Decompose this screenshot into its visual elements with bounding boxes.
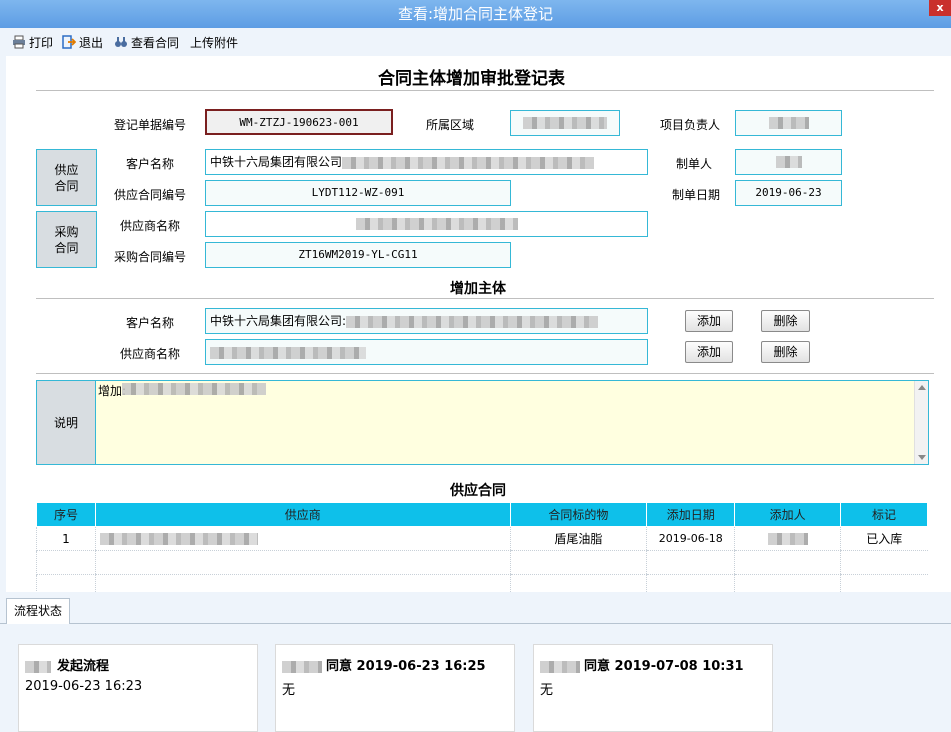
col-header[interactable]: 序号: [36, 502, 96, 527]
add-customer-label: 客户名称: [126, 316, 175, 330]
toolbar: 打印 退出 查看合同 上传附件: [0, 28, 951, 56]
table-row[interactable]: 1 盾尾油脂 2019-06-18 已入库: [36, 526, 928, 551]
purchase-no-field[interactable]: ZT16WM2019-YL-CG11: [205, 242, 511, 268]
divider: [36, 298, 934, 299]
date-field[interactable]: 2019-06-23: [735, 180, 842, 206]
region-field[interactable]: [510, 110, 620, 136]
delete-supplier-button[interactable]: 删除: [761, 341, 810, 363]
form-frame: 合同主体增加审批登记表 登记单据编号 WM-ZTZJ-190623-001 所属…: [0, 56, 951, 599]
redacted-text: [210, 346, 366, 359]
supply-no-field[interactable]: LYDT112-WZ-091: [205, 180, 511, 206]
supplier-label: 供应商名称: [120, 219, 181, 233]
redacted-text: [346, 315, 599, 328]
supply-no-label: 供应合同编号: [114, 188, 187, 202]
scroll-down-icon[interactable]: [918, 455, 926, 460]
redacted-text: [99, 533, 258, 545]
close-button[interactable]: x: [929, 0, 951, 16]
add-customer-field[interactable]: 中铁十六局集团有限公司:: [205, 308, 648, 334]
supply-contract-side-label: 供应 合同: [36, 149, 97, 206]
binoculars-icon: [115, 37, 127, 47]
add-supplier-button[interactable]: 添加: [685, 341, 733, 363]
add-supplier-label: 供应商名称: [120, 347, 181, 361]
add-supplier-field[interactable]: [205, 339, 648, 365]
pm-field[interactable]: [735, 110, 842, 136]
customer-label: 客户名称: [126, 157, 175, 171]
col-header[interactable]: 添加人: [734, 502, 842, 527]
maker-field[interactable]: [735, 149, 842, 175]
redacted-text: [355, 218, 518, 230]
tab-underline: [0, 623, 951, 624]
region-label: 所属区域: [426, 118, 475, 132]
upload-attachment-button[interactable]: 上传附件: [190, 34, 238, 50]
purchase-contract-side-label: 采购 合同: [36, 211, 97, 268]
col-header[interactable]: 合同标的物: [509, 502, 648, 527]
redacted-text: [25, 660, 51, 673]
print-button[interactable]: 打印: [12, 34, 53, 50]
window-title: 查看:增加合同主体登记: [397, 5, 554, 23]
delete-customer-button[interactable]: 删除: [761, 310, 810, 332]
page-title: 合同主体增加审批登记表: [378, 69, 565, 89]
exit-button[interactable]: 退出: [62, 34, 103, 50]
redacted-text: [768, 117, 809, 129]
add-subject-title: 增加主体: [450, 281, 506, 297]
supplier-field[interactable]: [205, 211, 648, 237]
redacted-text: [282, 660, 322, 673]
window-titlebar: 查看:增加合同主体登记 x: [0, 0, 951, 28]
col-header[interactable]: 供应商: [94, 502, 511, 527]
tab-flow-status[interactable]: 流程状态: [6, 598, 70, 624]
flow-status-panel: 流程状态 发起流程 2019-06-23 16:23 同意 2019-06-23…: [0, 592, 951, 732]
note-label: 说明: [36, 380, 96, 465]
doc-no-field[interactable]: WM-ZTZJ-190623-001: [205, 109, 393, 135]
redacted-text: [342, 156, 595, 169]
note-scrollbar[interactable]: [914, 381, 928, 464]
supply-contract-table: 序号 供应商 合同标的物 添加日期 添加人 标记 1 盾尾油脂 2019-06-…: [36, 502, 928, 599]
col-header[interactable]: 标记: [840, 502, 928, 527]
flow-card: 同意 2019-06-23 16:25 无: [275, 644, 515, 732]
table-row: [36, 550, 928, 575]
divider: [36, 373, 934, 374]
redacted-text: [122, 383, 266, 395]
redacted-text: [767, 533, 808, 545]
exit-icon: [62, 35, 76, 49]
flow-card: 发起流程 2019-06-23 16:23: [18, 644, 258, 732]
redacted-text: [523, 117, 607, 129]
add-customer-button[interactable]: 添加: [685, 310, 733, 332]
maker-label: 制单人: [676, 157, 713, 171]
pm-label: 项目负责人: [660, 118, 721, 132]
col-header[interactable]: 添加日期: [646, 502, 736, 527]
redacted-text: [775, 156, 802, 168]
date-label: 制单日期: [672, 188, 721, 202]
divider: [36, 90, 934, 91]
customer-field[interactable]: 中铁十六局集团有限公司: [205, 149, 648, 175]
doc-no-label: 登记单据编号: [114, 118, 187, 132]
redacted-text: [540, 660, 580, 673]
scroll-up-icon[interactable]: [918, 385, 926, 390]
view-contract-button[interactable]: 查看合同: [114, 34, 179, 50]
flow-card: 同意 2019-07-08 10:31 无: [533, 644, 773, 732]
note-textarea[interactable]: 增加:: [95, 380, 929, 465]
supply-contract-title: 供应合同: [450, 483, 506, 499]
printer-icon: [13, 35, 25, 49]
purchase-no-label: 采购合同编号: [114, 250, 187, 264]
